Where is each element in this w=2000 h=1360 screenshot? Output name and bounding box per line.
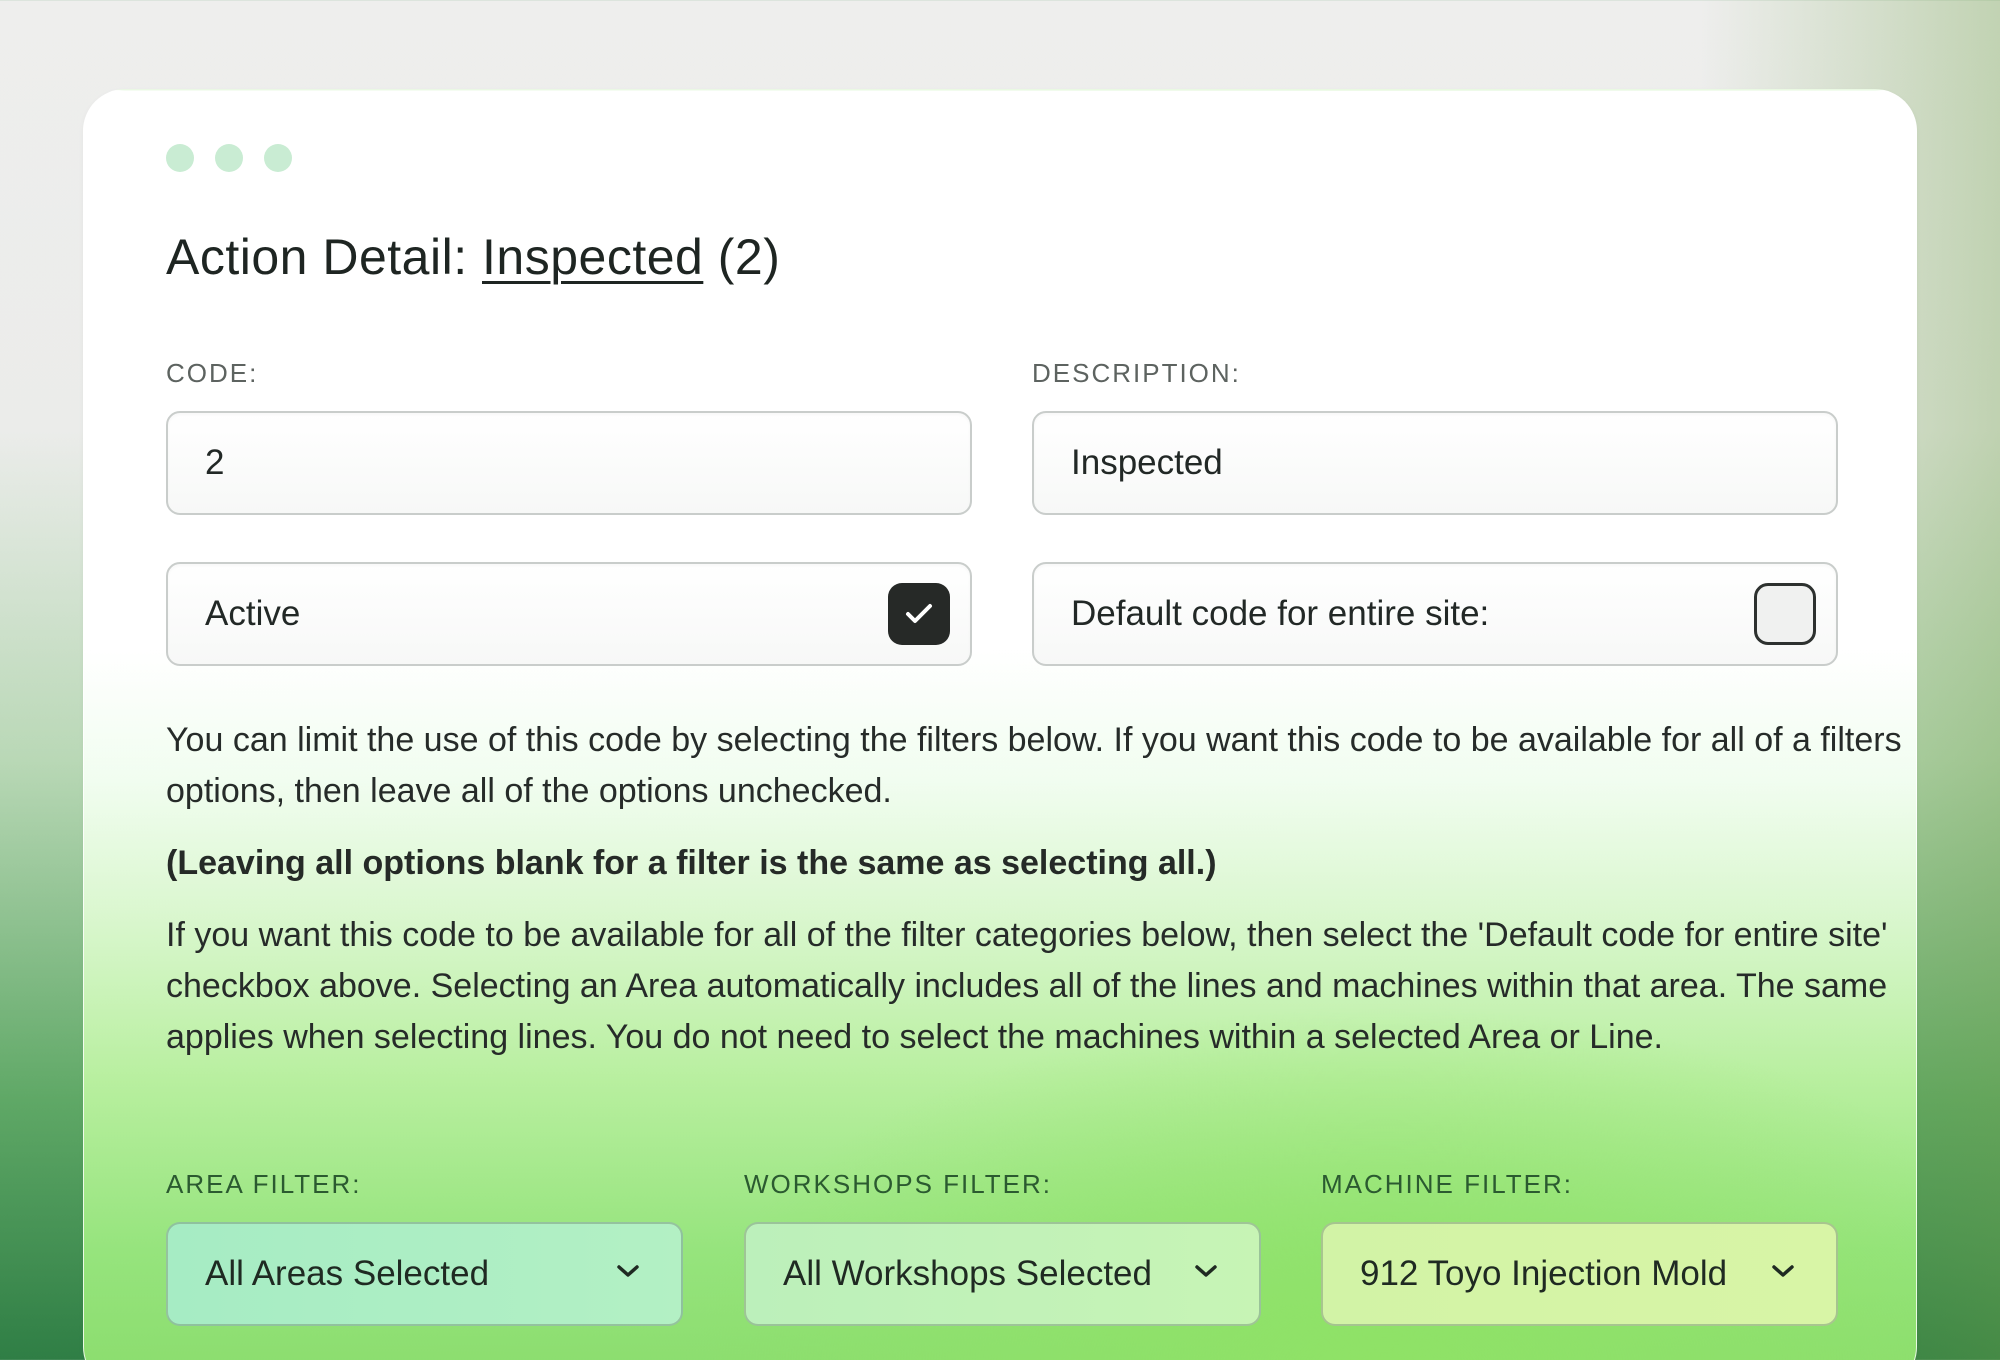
chevron-down-icon	[1195, 1265, 1217, 1277]
chevron-down-icon	[617, 1265, 639, 1277]
window-dot-3	[264, 144, 292, 172]
code-label: CODE:	[166, 358, 259, 388]
machine-filter-value: 912 Toyo Injection Mold	[1360, 1254, 1728, 1293]
description-input[interactable]	[1071, 443, 1836, 483]
default-code-checkbox[interactable]	[1754, 583, 1816, 645]
action-detail-card: Action Detail: Inspected (2) CODE: DESCR…	[83, 89, 1917, 1360]
default-code-label: Default code for entire site:	[1071, 594, 1490, 633]
title-prefix: Action Detail:	[166, 229, 468, 285]
workshops-filter-label: WORKSHOPS FILTER:	[744, 1169, 1052, 1199]
help-paragraph-2: If you want this code to be available fo…	[166, 916, 1888, 1056]
workshops-filter-select[interactable]: All Workshops Selected	[744, 1222, 1261, 1326]
code-field[interactable]	[166, 411, 972, 515]
workshops-filter-value: All Workshops Selected	[783, 1254, 1152, 1293]
window-dot-2	[215, 144, 243, 172]
area-filter-value: All Areas Selected	[205, 1254, 490, 1293]
active-checkbox[interactable]	[888, 583, 950, 645]
help-note: (Leaving all options blank for a filter …	[166, 844, 1217, 882]
active-checkbox-row[interactable]: Active	[166, 562, 972, 666]
description-label: DESCRIPTION:	[1032, 358, 1241, 388]
chevron-down-icon	[1772, 1265, 1794, 1277]
page-title: Action Detail: Inspected (2)	[166, 228, 780, 286]
code-input[interactable]	[205, 443, 970, 483]
window-dots-icon	[166, 144, 292, 172]
description-field[interactable]	[1032, 411, 1838, 515]
default-code-checkbox-row[interactable]: Default code for entire site:	[1032, 562, 1838, 666]
active-label: Active	[205, 594, 301, 633]
area-filter-label: AREA FILTER:	[166, 1169, 362, 1199]
help-paragraph-1: You can limit the use of this code by se…	[166, 721, 1902, 810]
checkmark-icon	[906, 604, 932, 623]
window-dot-1	[166, 144, 194, 172]
title-suffix: (2)	[717, 229, 781, 285]
machine-filter-select[interactable]: 912 Toyo Injection Mold	[1321, 1222, 1838, 1326]
machine-filter-label: MACHINE FILTER:	[1321, 1169, 1573, 1199]
area-filter-select[interactable]: All Areas Selected	[166, 1222, 683, 1326]
title-link[interactable]: Inspected	[482, 229, 703, 285]
